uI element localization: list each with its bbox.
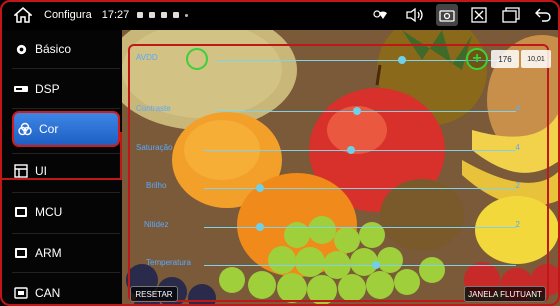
home-button[interactable] xyxy=(10,2,36,28)
screenshot-icon[interactable] xyxy=(436,4,458,26)
sidebar-item-label: UI xyxy=(35,164,47,178)
slider-label: Temperatura xyxy=(146,258,191,267)
notification-icon xyxy=(149,12,156,18)
sidebar-item-cor[interactable]: Cor xyxy=(12,111,120,147)
dsp-icon xyxy=(14,82,28,96)
sidebar-item-can[interactable]: CAN xyxy=(14,278,122,306)
status-bar: Configura 17:27 xyxy=(0,0,560,30)
notification-icon xyxy=(137,12,144,18)
recent-apps-icon[interactable] xyxy=(500,4,522,26)
sidebar-item-label: ARM xyxy=(35,246,62,260)
divider xyxy=(12,108,120,109)
slider-row: Saturação 4 xyxy=(136,143,536,157)
sidebar-item-basico[interactable]: Básico xyxy=(14,34,122,64)
version-value: 10,01 xyxy=(521,50,551,68)
chip-icon xyxy=(14,205,28,219)
slider-track[interactable] xyxy=(204,227,516,228)
divider xyxy=(12,272,120,273)
slider-row: Temperatura xyxy=(136,258,536,272)
divider xyxy=(12,233,120,234)
slider-track[interactable] xyxy=(204,188,516,189)
slider-value: 4 xyxy=(515,104,520,113)
sidebar-item-label: CAN xyxy=(35,286,61,300)
can-icon xyxy=(14,286,28,300)
slider-row: Brilho 2 xyxy=(136,181,536,195)
slider-thumb[interactable] xyxy=(256,184,265,192)
floating-window-button[interactable]: JANELA FLUTUANT xyxy=(464,286,546,302)
gear-icon xyxy=(14,42,28,56)
slider-value: 2 xyxy=(515,181,520,190)
slider-thumb[interactable] xyxy=(371,261,380,269)
notification-icons xyxy=(137,12,189,18)
slider-row: Contraste 4 xyxy=(136,104,536,118)
counter-value: 176 xyxy=(491,50,519,68)
clock: 17:27 xyxy=(101,9,130,21)
callout-line xyxy=(0,178,122,180)
sidebar-item-label: Básico xyxy=(35,42,72,56)
reset-button[interactable]: RESETAR xyxy=(130,286,178,302)
more-notifications-icon xyxy=(185,13,189,17)
sidebar-item-label: DSP xyxy=(35,82,60,96)
slider-label: Saturação xyxy=(136,143,173,152)
slider-value: 2 xyxy=(515,220,520,229)
divider xyxy=(12,68,120,69)
slider-thumb[interactable] xyxy=(353,107,361,115)
back-icon[interactable] xyxy=(532,4,554,26)
chip-icon xyxy=(14,246,28,260)
sidebar-item-label: Cor xyxy=(39,122,59,136)
notification-icon xyxy=(173,12,180,18)
home-icon xyxy=(14,7,32,23)
slider-track[interactable] xyxy=(216,111,516,112)
close-window-icon[interactable] xyxy=(468,4,490,26)
divider xyxy=(12,192,120,193)
slider-thumb[interactable] xyxy=(256,223,265,231)
ui-icon xyxy=(14,164,28,178)
callout-line xyxy=(120,132,122,180)
divider xyxy=(12,153,120,154)
sidebar-item-dsp[interactable]: DSP xyxy=(14,74,122,104)
slider-thumb[interactable] xyxy=(346,146,355,154)
volume-icon[interactable] xyxy=(404,4,426,26)
app-title: Configura xyxy=(44,9,92,21)
sidebar-item-arm[interactable]: ARM xyxy=(14,238,122,268)
sidebar: Básico DSP Cor UI MCU ARM CAN xyxy=(0,30,122,306)
slider-label: AVDD xyxy=(136,53,158,62)
sidebar-item-ui[interactable]: UI xyxy=(14,156,122,186)
slider-label: Nitidez xyxy=(144,220,169,229)
reference-marker-icon xyxy=(186,48,208,70)
add-button[interactable]: + xyxy=(466,48,488,70)
sidebar-item-label: MCU xyxy=(35,205,63,219)
slider-track[interactable] xyxy=(204,265,516,266)
color-icon xyxy=(18,122,32,136)
slider-label: Contraste xyxy=(136,104,171,113)
slider-label: Brilho xyxy=(146,181,167,190)
slider-track[interactable] xyxy=(204,150,516,151)
slider-row: Nitidez 2 xyxy=(136,220,536,234)
slider-value: 4 xyxy=(515,143,520,152)
sidebar-item-mcu[interactable]: MCU xyxy=(14,197,122,227)
slider-thumb[interactable] xyxy=(398,56,406,64)
location-wifi-icon xyxy=(372,4,394,26)
notification-icon xyxy=(161,12,168,18)
